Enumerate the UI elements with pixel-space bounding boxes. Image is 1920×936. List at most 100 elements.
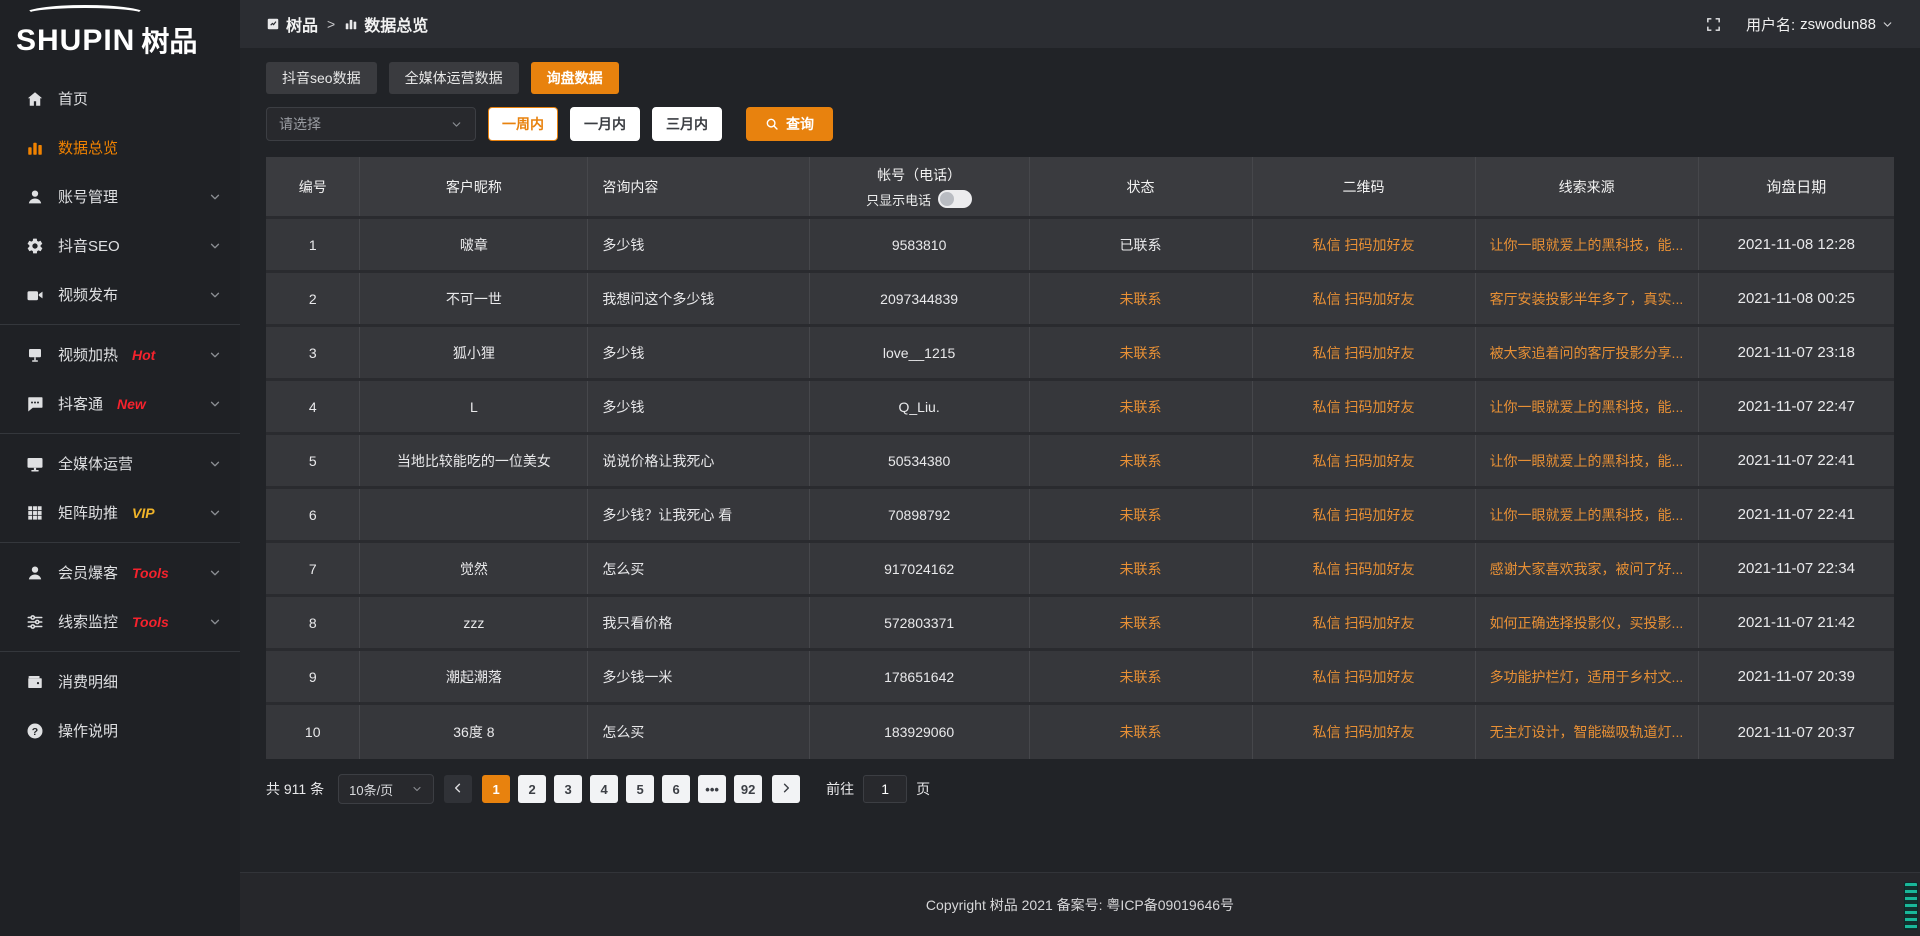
data-tabs: 抖音seo数据全媒体运营数据询盘数据 — [266, 62, 1894, 94]
logo-arc — [24, 5, 146, 23]
sidebar-item-matrix-boost[interactable]: 矩阵助推 VIP — [0, 488, 240, 537]
sidebar-item-consume-detail[interactable]: 消费明细 — [0, 657, 240, 706]
menu-divider — [0, 324, 240, 325]
sidebar-item-video-publish[interactable]: 视频发布 — [0, 270, 240, 319]
column-header-id: 编号 — [266, 157, 360, 216]
cell-qrcode-link[interactable]: 私信 扫码加好友 — [1253, 705, 1476, 759]
cell-source-link[interactable]: 被大家追着问的客厅投影分享... — [1476, 327, 1699, 378]
total-count: 共 911 条 — [266, 779, 324, 799]
sidebar-item-operation-guide[interactable]: ? 操作说明 — [0, 706, 240, 755]
cell-id: 4 — [266, 381, 360, 432]
column-header-date: 询盘日期 — [1699, 157, 1894, 216]
cell-id: 9 — [266, 651, 360, 702]
cell-qrcode-link[interactable]: 私信 扫码加好友 — [1253, 381, 1476, 432]
sidebar-item-douyin-seo[interactable]: 抖音SEO — [0, 221, 240, 270]
sidebar-item-douketong[interactable]: 抖客通 New — [0, 379, 240, 428]
cell-source-link[interactable]: 如何正确选择投影仪，买投影... — [1476, 597, 1699, 648]
cell-content: 我只看价格 — [588, 597, 809, 648]
cell-date: 2021-11-07 20:39 — [1699, 651, 1894, 702]
date-range-button[interactable]: 三月内 — [652, 107, 722, 141]
cell-qrcode-link[interactable]: 私信 扫码加好友 — [1253, 435, 1476, 486]
search-button[interactable]: 查询 — [746, 107, 833, 141]
sidebar-item-clue-monitor[interactable]: 线索监控 Tools — [0, 597, 240, 646]
cell-account: Q_Liu. — [810, 381, 1030, 432]
cell-qrcode-link[interactable]: 私信 扫码加好友 — [1253, 273, 1476, 324]
cell-nickname — [360, 489, 588, 540]
tab-inquiry-data[interactable]: 询盘数据 — [531, 62, 619, 94]
table-row: 5 当地比较能吃的一位美女 说说价格让我死心 50534380 未联系 私信 扫… — [266, 435, 1894, 489]
sidebar-item-media-operation[interactable]: 全媒体运营 — [0, 439, 240, 488]
cell-status: 已联系 — [1030, 219, 1253, 270]
breadcrumb-item-home[interactable]: 树品 — [266, 12, 318, 36]
cell-source-link[interactable]: 多功能护栏灯，适用于乡村文... — [1476, 651, 1699, 702]
cell-qrcode-link[interactable]: 私信 扫码加好友 — [1253, 543, 1476, 594]
date-range-button[interactable]: 一月内 — [570, 107, 640, 141]
cell-qrcode-link[interactable]: 私信 扫码加好友 — [1253, 651, 1476, 702]
cell-qrcode-link[interactable]: 私信 扫码加好友 — [1253, 597, 1476, 648]
floating-widget[interactable] — [1904, 882, 1918, 930]
page-size-select[interactable]: 10条/页 — [338, 774, 434, 804]
tab-douyin-seo-data[interactable]: 抖音seo数据 — [266, 62, 377, 94]
filter-select[interactable]: 请选择 — [266, 107, 476, 141]
cell-source-link[interactable]: 无主灯设计，智能磁吸轨道灯... — [1476, 705, 1699, 759]
svg-text:?: ? — [32, 725, 38, 737]
member-icon — [26, 564, 44, 582]
chevron-down-icon — [208, 397, 222, 411]
prev-page-button[interactable] — [444, 775, 472, 803]
cell-source-link[interactable]: 让你一眼就爱上的黑科技，能... — [1476, 381, 1699, 432]
table-row: 2 不可一世 我想问这个多少钱 2097344839 未联系 私信 扫码加好友 … — [266, 273, 1894, 327]
goto-page-input[interactable] — [863, 775, 907, 803]
phone-only-toggle[interactable] — [938, 190, 972, 208]
date-range-button[interactable]: 一周内 — [488, 107, 558, 141]
table-row: 3 狐小狸 多少钱 love__1215 未联系 私信 扫码加好友 被大家追着问… — [266, 327, 1894, 381]
page-button-4[interactable]: 4 — [590, 775, 618, 803]
cell-account: 917024162 — [810, 543, 1030, 594]
cell-source-link[interactable]: 感谢大家喜欢我家，被问了好... — [1476, 543, 1699, 594]
page-button-•••[interactable]: ••• — [698, 775, 726, 803]
cell-source-link[interactable]: 让你一眼就爱上的黑科技，能... — [1476, 489, 1699, 540]
page-button-5[interactable]: 5 — [626, 775, 654, 803]
cell-date: 2021-11-08 00:25 — [1699, 273, 1894, 324]
cell-content: 怎么买 — [588, 543, 809, 594]
sidebar-item-account-management[interactable]: 账号管理 — [0, 172, 240, 221]
cell-content: 多少钱 — [588, 381, 809, 432]
fullscreen-icon[interactable] — [1705, 16, 1722, 33]
cell-date: 2021-11-07 23:18 — [1699, 327, 1894, 378]
table-row: 6 多少钱？让我死心 看 70898792 未联系 私信 扫码加好友 让你一眼就… — [266, 489, 1894, 543]
logo-text-en: SHUPIN — [16, 26, 135, 56]
cell-source-link[interactable]: 让你一眼就爱上的黑科技，能... — [1476, 219, 1699, 270]
sidebar-item-badge: Tools — [132, 565, 169, 581]
breadcrumb-item-data-overview[interactable]: 数据总览 — [344, 12, 428, 36]
video-icon — [26, 286, 44, 304]
cell-content: 怎么买 — [588, 705, 809, 759]
cell-source-link[interactable]: 让你一眼就爱上的黑科技，能... — [1476, 435, 1699, 486]
page-button-1[interactable]: 1 — [482, 775, 510, 803]
search-button-label: 查询 — [786, 114, 814, 134]
column-header-account: 帐号（电话） 只显示电话 — [810, 157, 1030, 216]
cell-qrcode-link[interactable]: 私信 扫码加好友 — [1253, 219, 1476, 270]
sidebar-item-label: 首页 — [58, 88, 88, 109]
user-menu[interactable]: 用户名: zswodun88 — [1746, 14, 1894, 35]
sidebar-item-home[interactable]: 首页 — [0, 74, 240, 123]
cell-date: 2021-11-07 22:41 — [1699, 435, 1894, 486]
sidebar-item-data-overview[interactable]: 数据总览 — [0, 123, 240, 172]
page-button-92[interactable]: 92 — [734, 775, 762, 803]
cell-content: 多少钱？让我死心 看 — [588, 489, 809, 540]
breadcrumb-label: 数据总览 — [364, 12, 428, 36]
cell-date: 2021-11-07 20:37 — [1699, 705, 1894, 759]
next-page-button[interactable] — [772, 775, 800, 803]
sidebar-item-member-baoke[interactable]: 会员爆客 Tools — [0, 548, 240, 597]
cell-source-link[interactable]: 客厅安装投影半年多了，真实... — [1476, 273, 1699, 324]
cell-qrcode-link[interactable]: 私信 扫码加好友 — [1253, 489, 1476, 540]
table-row: 9 潮起潮落 多少钱一米 178651642 未联系 私信 扫码加好友 多功能护… — [266, 651, 1894, 705]
cell-qrcode-link[interactable]: 私信 扫码加好友 — [1253, 327, 1476, 378]
tab-media-operation-data[interactable]: 全媒体运营数据 — [389, 62, 519, 94]
goto-page: 前往 页 — [826, 775, 930, 803]
page-button-6[interactable]: 6 — [662, 775, 690, 803]
sidebar-item-video-heating[interactable]: 视频加热 Hot — [0, 330, 240, 379]
page-button-2[interactable]: 2 — [518, 775, 546, 803]
cell-content: 多少钱 — [588, 327, 809, 378]
table-row: 1 啵章 多少钱 9583810 已联系 私信 扫码加好友 让你一眼就爱上的黑科… — [266, 219, 1894, 273]
sidebar-item-label: 全媒体运营 — [58, 453, 133, 474]
page-button-3[interactable]: 3 — [554, 775, 582, 803]
